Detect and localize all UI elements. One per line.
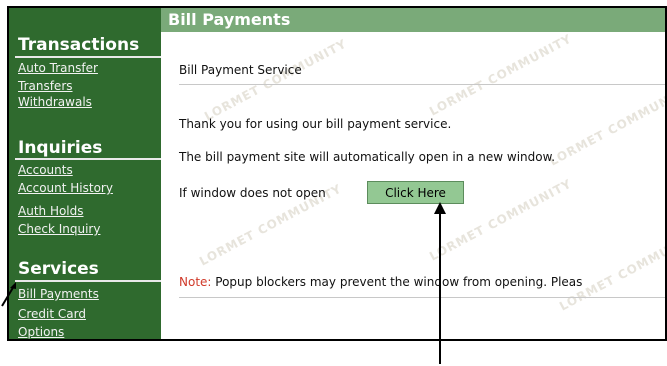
watermark: LORMET COMMUNITY [202, 36, 350, 124]
sidebar-item-withdrawals[interactable]: Withdrawals [18, 95, 92, 110]
annotation-arrow-up [434, 202, 446, 364]
fallback-text: If window does not open [179, 186, 326, 200]
annotation-arrow-left [1, 282, 16, 307]
sidebar-section-title: Services [18, 259, 99, 279]
note-message: Popup blockers may prevent the window fr… [211, 275, 583, 289]
browser-frame: Transactions Auto Transfer Transfers Wit… [7, 6, 667, 341]
sidebar: Transactions Auto Transfer Transfers Wit… [9, 8, 161, 339]
auto-open-text: The bill payment site will automatically… [179, 150, 556, 164]
sidebar-item-bill-payments[interactable]: Bill Payments [18, 287, 99, 302]
section-subtitle: Bill Payment Service [179, 63, 302, 77]
sidebar-item-check-inquiry[interactable]: Check Inquiry [18, 222, 100, 237]
sidebar-item-credit-card[interactable]: Credit Card [18, 307, 86, 322]
divider [179, 84, 665, 85]
main-content: LORMET COMMUNITY LORMET COMMUNITY LORMET… [161, 8, 665, 339]
note-label: Note: [179, 275, 212, 289]
divider [179, 297, 665, 298]
watermark: LORMET COMMUNITY [557, 226, 667, 314]
sidebar-item-account-history[interactable]: Account History [18, 181, 113, 196]
sidebar-item-auto-transfer[interactable]: Auto Transfer [18, 61, 98, 76]
sidebar-divider [15, 56, 161, 58]
watermark: LORMET COMMUNITY [427, 31, 575, 119]
sidebar-item-auth-holds[interactable]: Auth Holds [18, 204, 84, 219]
sidebar-section-title: Inquiries [18, 138, 103, 158]
watermark: LORMET COMMUNITY [547, 81, 667, 169]
sidebar-item-transfers[interactable]: Transfers [18, 79, 73, 94]
thank-you-text: Thank you for using our bill payment ser… [179, 117, 452, 131]
sidebar-item-options[interactable]: Options [18, 325, 64, 339]
sidebar-section-title: Transactions [18, 35, 140, 55]
page-title: Bill Payments [161, 8, 665, 32]
sidebar-divider [15, 280, 161, 282]
sidebar-divider [15, 158, 161, 160]
sidebar-item-accounts[interactable]: Accounts [18, 163, 73, 178]
note-text: Note: Popup blockers may prevent the win… [179, 275, 582, 290]
